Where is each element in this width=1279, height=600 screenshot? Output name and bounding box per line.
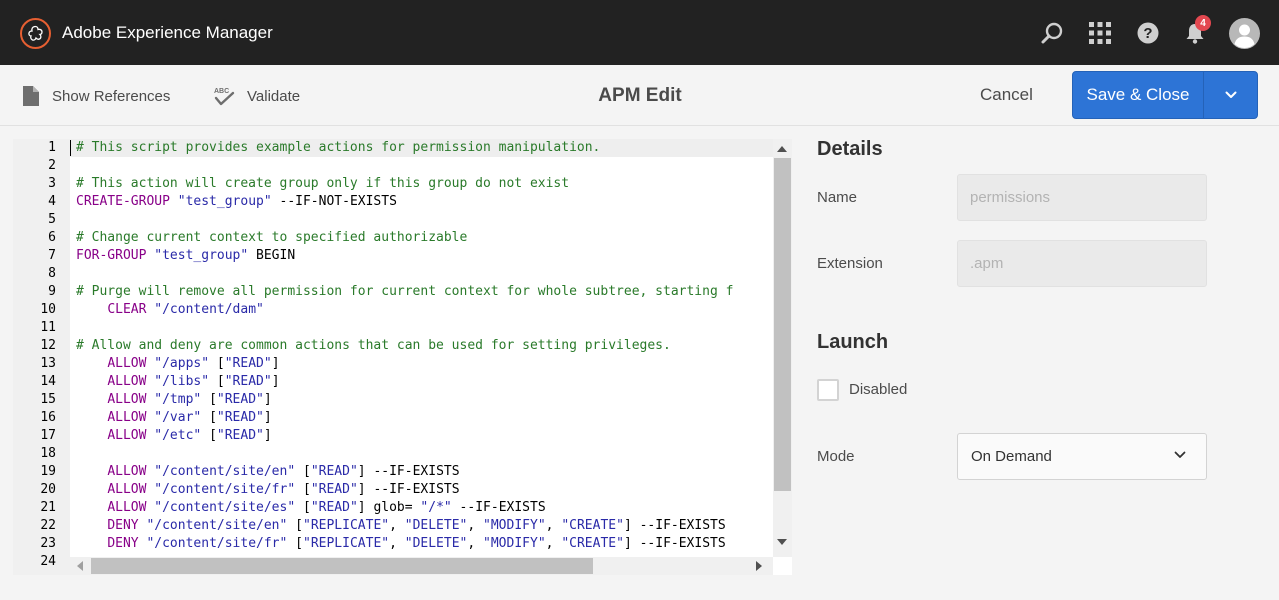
line-number: 10 (40, 302, 56, 317)
chevron-down-icon (1225, 91, 1236, 98)
horizontal-scrollbar[interactable] (70, 557, 773, 575)
code-line[interactable]: ALLOW "/var" ["READ"] (76, 409, 271, 427)
line-number: 22 (40, 518, 56, 533)
scroll-left-arrow-icon[interactable] (77, 561, 83, 571)
name-label: Name (817, 189, 858, 206)
scroll-right-arrow-icon[interactable] (756, 561, 762, 571)
line-number: 1 (48, 140, 56, 155)
cancel-button[interactable]: Cancel (980, 85, 1033, 105)
help-icon[interactable]: ? (1133, 18, 1163, 48)
vertical-scrollbar[interactable] (773, 139, 792, 557)
action-bar: Show References ABC Validate APM Edit Ca… (0, 65, 1279, 126)
line-number: 8 (48, 266, 56, 281)
extension-field[interactable]: .apm (957, 240, 1207, 287)
page-title: APM Edit (598, 85, 682, 106)
horizontal-scroll-thumb[interactable] (91, 558, 593, 574)
code-line[interactable]: ALLOW "/etc" ["READ"] (76, 427, 271, 445)
search-icon[interactable] (1037, 18, 1067, 48)
line-number: 5 (48, 212, 56, 227)
code-line[interactable]: CREATE-GROUP "test_group" --IF-NOT-EXIST… (76, 193, 397, 211)
line-number: 24 (40, 554, 56, 569)
line-number: 20 (40, 482, 56, 497)
line-number: 7 (48, 248, 56, 263)
code-line[interactable]: CLEAR "/content/dam" (76, 301, 264, 319)
scroll-down-arrow-icon[interactable] (777, 539, 787, 545)
details-heading: Details (817, 138, 883, 160)
line-number: 11 (40, 320, 56, 335)
line-number: 23 (40, 536, 56, 551)
svg-text:ABC: ABC (214, 88, 229, 95)
spellcheck-icon: ABC (214, 88, 235, 106)
code-line[interactable]: ALLOW "/content/site/en" ["READ"] --IF-E… (76, 463, 459, 481)
validate-label: Validate (247, 87, 301, 105)
show-references-label: Show References (52, 87, 171, 105)
name-field[interactable]: permissions (957, 174, 1207, 221)
validate-button[interactable]: ABC Validate (213, 85, 300, 107)
svg-text:?: ? (1143, 25, 1152, 42)
line-number: 19 (40, 464, 56, 479)
code-line[interactable]: # This action will create group only if … (76, 175, 569, 193)
line-number: 2 (48, 158, 56, 173)
line-number: 17 (40, 428, 56, 443)
launch-heading: Launch (817, 331, 889, 353)
line-number: 13 (40, 356, 56, 371)
code-line[interactable]: ALLOW "/tmp" ["READ"] (76, 391, 271, 409)
disabled-checkbox[interactable] (817, 379, 839, 401)
code-line[interactable]: ALLOW "/content/site/fr" ["READ"] --IF-E… (76, 481, 459, 499)
code-line[interactable]: DENY "/content/site/fr" ["REPLICATE", "D… (76, 535, 725, 553)
code-line[interactable]: # Change current context to specified au… (76, 229, 467, 247)
scroll-corner (773, 557, 792, 575)
code-content[interactable]: # This script provides example actions f… (70, 139, 773, 557)
apps-grid-icon[interactable] (1085, 18, 1115, 48)
app-title[interactable]: Adobe Experience Manager (62, 23, 273, 43)
avatar[interactable] (1228, 17, 1260, 49)
mode-select[interactable]: On Demand (957, 433, 1207, 480)
extension-label: Extension (817, 255, 883, 272)
vertical-scroll-thumb[interactable] (774, 158, 791, 491)
code-line[interactable]: ALLOW "/libs" ["READ"] (76, 373, 279, 391)
code-line[interactable]: ALLOW "/apps" ["READ"] (76, 355, 279, 373)
mode-label: Mode (817, 448, 855, 465)
document-icon (23, 86, 39, 106)
line-number: 9 (48, 284, 56, 299)
shell-bar: Adobe Experience Manager ? 4 (0, 0, 1279, 65)
line-number: 15 (40, 392, 56, 407)
mode-select-value: On Demand (971, 448, 1052, 465)
notification-badge: 4 (1195, 15, 1211, 31)
code-editor[interactable]: 1 2 3 4 5 6 7 8 9 10 11 12 13 14 15 16 17 18 19 20 21 22 23 24 … (13, 139, 792, 575)
code-line[interactable]: ALLOW "/content/site/es" ["READ"] glob= … (76, 499, 545, 517)
save-close-button[interactable]: Save & Close (1073, 72, 1204, 118)
line-number: 14 (40, 374, 56, 389)
line-number-gutter: 1 2 3 4 5 6 7 8 9 10 11 12 13 14 15 16 17 18 19 20 21 22 23 24 (13, 139, 70, 575)
line-number: 3 (48, 176, 56, 191)
line-number: 18 (40, 446, 56, 461)
save-options-dropdown[interactable] (1204, 72, 1257, 118)
code-line[interactable]: FOR-GROUP "test_group" BEGIN (76, 247, 295, 265)
code-line[interactable]: # This script provides example actions f… (76, 139, 600, 157)
line-number: 4 (48, 194, 56, 209)
chevron-down-icon (1174, 451, 1186, 458)
disabled-label[interactable]: Disabled (849, 381, 907, 398)
code-line[interactable]: # Allow and deny are common actions that… (76, 337, 671, 355)
code-line[interactable]: DENY "/content/site/en" ["REPLICATE", "D… (76, 517, 725, 535)
aem-logo-icon[interactable] (20, 18, 51, 49)
line-number: 21 (40, 500, 56, 515)
show-references-button[interactable]: Show References (22, 85, 170, 107)
code-line[interactable]: # Purge will remove all permission for c… (76, 283, 733, 301)
scroll-up-arrow-icon[interactable] (777, 146, 787, 152)
line-number: 16 (40, 410, 56, 425)
text-cursor (70, 140, 71, 156)
line-number: 6 (48, 230, 56, 245)
line-number: 12 (40, 338, 56, 353)
save-close-button-group: Save & Close (1072, 71, 1258, 119)
